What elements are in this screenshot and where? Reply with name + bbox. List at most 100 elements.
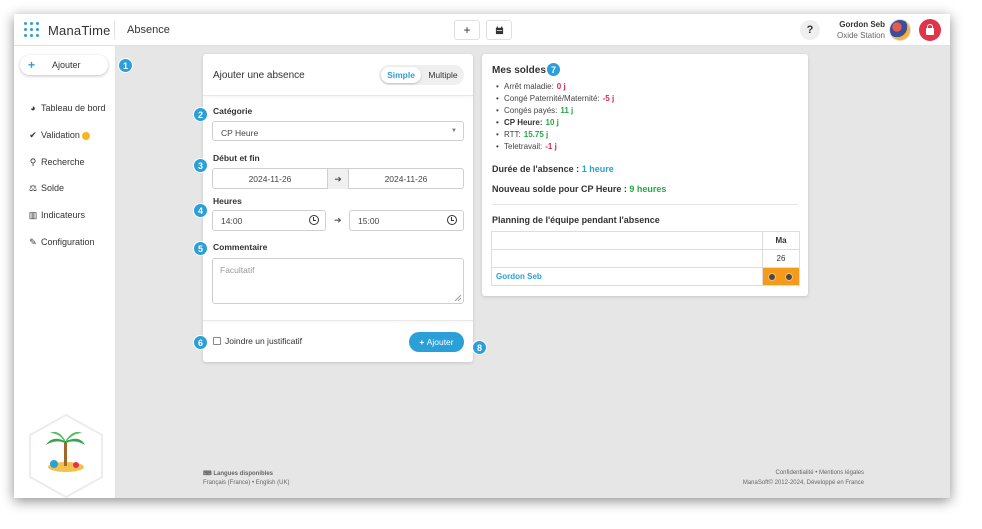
sidebar-add-label: Ajouter xyxy=(52,60,81,70)
sidebar-item-indicators[interactable]: ▥ Indicateurs xyxy=(28,210,85,224)
keyboard-icon: ⌨ xyxy=(203,471,212,477)
date-range-field: 2024-11-26 ➜ 2024-11-26 xyxy=(212,168,464,189)
start-time-input[interactable]: 14:00 xyxy=(212,210,326,231)
marker-6: 6 xyxy=(193,335,208,350)
balance-list: Arrêt maladie:0 j Congé Paternité/Matern… xyxy=(496,82,614,154)
form-title: Ajouter une absence xyxy=(213,70,305,81)
sidebar-item-label: Solde xyxy=(41,183,65,193)
balance-item: Teletravail:-1 j xyxy=(496,142,614,154)
balance-item: Congé Paternité/Maternité:-5 j xyxy=(496,94,614,106)
app-logo-text[interactable]: ManaTime xyxy=(48,23,111,38)
search-icon: ⚲ xyxy=(29,157,37,167)
resize-handle-icon[interactable] xyxy=(455,295,461,301)
plus-icon: + xyxy=(463,23,471,37)
divider xyxy=(114,21,115,39)
arrow-right-icon: ➜ xyxy=(327,169,349,189)
pie-chart-icon: ◕ xyxy=(30,103,36,113)
start-time-value: 14:00 xyxy=(221,216,243,226)
page-title: Absence xyxy=(127,24,170,36)
dates-label: Début et fin xyxy=(213,153,260,163)
sidebar-item-label: Tableau de bord xyxy=(41,103,106,113)
category-select[interactable]: CP Heure ▼ xyxy=(212,121,464,141)
divider xyxy=(203,320,473,321)
sidebar-item-validation[interactable]: ✔ Validation xyxy=(28,130,90,144)
help-button[interactable]: ? xyxy=(800,20,820,40)
start-date-input[interactable]: 2024-11-26 xyxy=(213,169,327,189)
arrow-right-icon: ➜ xyxy=(334,215,342,225)
plus-icon: + xyxy=(28,58,36,72)
sidebar-item-label: Indicateurs xyxy=(41,210,86,220)
bar-chart-icon: ▥ xyxy=(28,210,38,220)
planning-employee-link[interactable]: Gordon Seb xyxy=(491,267,763,286)
sidebar-item-configuration[interactable]: ✎ Configuration xyxy=(28,237,95,251)
planning-title: Planning de l'équipe pendant l'absence xyxy=(492,215,660,225)
hours-label: Heures xyxy=(213,196,242,206)
sidebar-item-dashboard[interactable]: ◕ Tableau de bord xyxy=(28,103,106,117)
attach-checkbox[interactable] xyxy=(213,337,221,345)
planning-absence-slot[interactable] xyxy=(762,267,800,286)
category-value: CP Heure xyxy=(221,128,259,138)
table-row: 26 xyxy=(491,249,800,268)
planning-date-header: 26 xyxy=(762,249,800,268)
user-name[interactable]: Gordon Seb xyxy=(826,20,885,29)
clock-icon[interactable] xyxy=(309,215,319,225)
check-icon: ✔ xyxy=(29,130,37,140)
clock-icon[interactable] xyxy=(447,215,457,225)
half-day-marker-icon xyxy=(785,273,793,281)
absence-form-card: Ajouter une absence Simple Multiple Caté… xyxy=(203,54,473,362)
divider xyxy=(492,204,798,205)
end-date-input[interactable]: 2024-11-26 xyxy=(349,169,463,189)
attach-label[interactable]: Joindre un justificatif xyxy=(225,336,302,346)
mode-simple-button[interactable]: Simple xyxy=(381,67,421,83)
notification-badge xyxy=(81,131,90,140)
end-time-value: 15:00 xyxy=(358,216,380,226)
marker-3: 3 xyxy=(193,158,208,173)
sidebar-item-balance[interactable]: ⚖ Solde xyxy=(28,183,64,197)
comment-textarea[interactable]: Facultatif xyxy=(212,258,464,304)
languages-list[interactable]: Français (France) • English (UK) xyxy=(203,480,289,486)
calendar-icon xyxy=(495,26,503,35)
comment-placeholder: Facultatif xyxy=(220,265,255,275)
wrench-icon: ✎ xyxy=(29,237,37,247)
marker-1: 1 xyxy=(118,58,133,73)
palm-tree-illustration xyxy=(28,413,104,498)
sidebar-item-label: Validation xyxy=(41,130,80,140)
submit-add-button[interactable]: + Ajouter xyxy=(409,332,464,352)
languages-title: ⌨ Langues disponibles xyxy=(203,471,274,477)
sidebar: + Ajouter ◕ Tableau de bord ✔ Validation ⚲… xyxy=(14,46,116,498)
balance-item: Congés payés:11 j xyxy=(496,106,614,118)
duration-line: Durée de l'absence : 1 heure xyxy=(492,164,614,174)
calendar-button[interactable] xyxy=(486,20,512,40)
marker-5: 5 xyxy=(193,241,208,256)
top-bar: ManaTime Absence + ? Gordon Seb Oxide St… xyxy=(14,14,950,46)
new-balance-line: Nouveau solde pour CP Heure : 9 heures xyxy=(492,184,667,194)
marker-4: 4 xyxy=(193,203,208,218)
mode-multiple-button[interactable]: Multiple xyxy=(423,67,463,83)
sidebar-item-search[interactable]: ⚲ Recherche xyxy=(28,157,85,171)
planning-day-header: Ma xyxy=(762,231,800,250)
balance-summary-card: Mes soldes Arrêt maladie:0 j Congé Pater… xyxy=(482,54,808,296)
summary-title: Mes soldes xyxy=(492,65,546,76)
category-label: Catégorie xyxy=(213,106,253,116)
plus-icon: + xyxy=(419,337,427,347)
divider xyxy=(203,95,473,96)
avatar[interactable] xyxy=(889,19,911,41)
marker-2: 2 xyxy=(193,107,208,122)
marker-7: 7 xyxy=(546,62,561,77)
copyright: ManaSoft© 2012-2024, Développé en France xyxy=(742,480,864,486)
legal-links[interactable]: Confidentialité • Mentions légales xyxy=(664,470,865,476)
scale-icon: ⚖ xyxy=(28,183,38,193)
sidebar-add-button[interactable]: + Ajouter xyxy=(20,55,108,75)
app-grid-icon[interactable] xyxy=(24,22,40,38)
chevron-down-icon: ▼ xyxy=(451,128,457,134)
sidebar-item-label: Recherche xyxy=(41,157,85,167)
logout-button[interactable] xyxy=(919,19,941,41)
balance-item: RTT:15.75 j xyxy=(496,130,614,142)
user-company: Oxide Station xyxy=(836,31,885,40)
submit-label: Ajouter xyxy=(426,337,454,347)
table-row: Ma xyxy=(491,231,800,250)
end-time-input[interactable]: 15:00 xyxy=(349,210,464,231)
sidebar-item-label: Configuration xyxy=(41,237,95,247)
mode-toggle: Simple Multiple xyxy=(379,65,464,85)
quick-add-button[interactable]: + xyxy=(454,20,480,40)
